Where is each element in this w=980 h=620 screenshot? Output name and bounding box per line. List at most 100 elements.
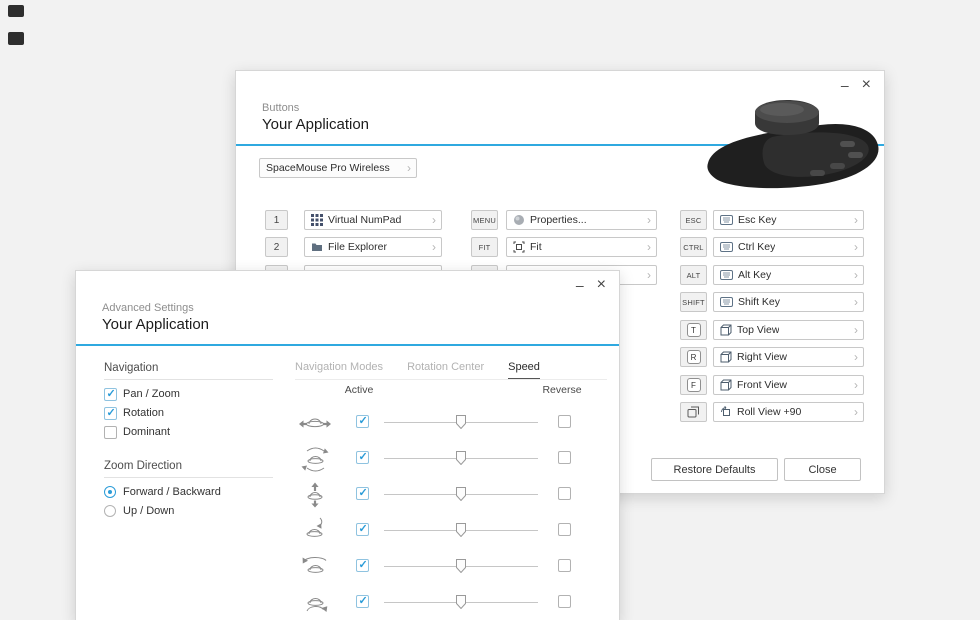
active-checkbox[interactable] bbox=[356, 559, 369, 572]
speed-slider[interactable] bbox=[384, 451, 538, 465]
chevron-right-icon: › bbox=[647, 214, 651, 226]
assignment-label: Front View bbox=[737, 379, 787, 391]
slider-thumb[interactable] bbox=[456, 487, 466, 501]
reverse-checkbox[interactable] bbox=[558, 559, 571, 572]
assignment-dropdown[interactable]: Virtual NumPad › bbox=[304, 210, 442, 230]
advanced-settings-window: – × Advanced Settings Your Application N… bbox=[75, 270, 620, 620]
corner-mark bbox=[8, 32, 24, 45]
roll-view-icon bbox=[720, 406, 732, 418]
dominant-label: Dominant bbox=[123, 426, 170, 438]
keycap-letter: R bbox=[687, 350, 701, 364]
pan-zoom-label: Pan / Zoom bbox=[123, 388, 180, 400]
chevron-right-icon: › bbox=[854, 296, 858, 308]
assignment-dropdown[interactable]: Right View › bbox=[713, 347, 864, 367]
key-badge: T bbox=[680, 320, 707, 340]
chevron-right-icon: › bbox=[647, 269, 651, 281]
chevron-right-icon: › bbox=[854, 379, 858, 391]
assignment-dropdown[interactable]: Alt Key › bbox=[713, 265, 864, 285]
forward-backward-radio[interactable] bbox=[104, 486, 116, 498]
key-badge: ESC bbox=[680, 210, 707, 230]
spin-icon bbox=[298, 552, 332, 580]
tab-speed[interactable]: Speed bbox=[508, 361, 540, 380]
slider-thumb[interactable] bbox=[456, 523, 466, 537]
slider-thumb[interactable] bbox=[456, 595, 466, 609]
active-checkbox[interactable] bbox=[356, 523, 369, 536]
pan-up-down-icon bbox=[298, 480, 332, 508]
assignment-label: Roll View +90 bbox=[737, 406, 801, 418]
assignment-dropdown[interactable]: Top View › bbox=[713, 320, 864, 340]
active-column-header: Active bbox=[341, 384, 377, 396]
speed-slider[interactable] bbox=[384, 523, 538, 537]
assignment-dropdown[interactable]: Shift Key › bbox=[713, 292, 864, 312]
close-icon[interactable]: × bbox=[597, 279, 606, 291]
window-title: Your Application bbox=[262, 116, 369, 133]
folder-icon bbox=[311, 241, 323, 253]
slider-thumb[interactable] bbox=[456, 415, 466, 429]
section-divider bbox=[104, 379, 273, 380]
assignment-label: Ctrl Key bbox=[738, 241, 775, 253]
assignment-dropdown[interactable]: Roll View +90 › bbox=[713, 402, 864, 422]
assignment-dropdown[interactable]: Ctrl Key › bbox=[713, 237, 864, 257]
assignment-label: File Explorer bbox=[328, 241, 387, 253]
chevron-right-icon: › bbox=[407, 162, 411, 174]
assignment-dropdown[interactable]: Front View › bbox=[713, 375, 864, 395]
chevron-right-icon: › bbox=[854, 324, 858, 336]
key-badge: 2 bbox=[265, 237, 288, 257]
tilt-icon bbox=[298, 444, 332, 472]
close-window-button[interactable]: Close bbox=[784, 458, 861, 481]
keycap-letter: T bbox=[687, 323, 701, 337]
reverse-checkbox[interactable] bbox=[558, 595, 571, 608]
assignment-dropdown[interactable]: Fit › bbox=[506, 237, 657, 257]
assignment-dropdown[interactable]: Esc Key › bbox=[713, 210, 864, 230]
up-down-radio[interactable] bbox=[104, 505, 116, 517]
key-badge: FIT bbox=[471, 237, 498, 257]
key-badge: ALT bbox=[680, 265, 707, 285]
properties-sphere-icon bbox=[513, 214, 525, 226]
assignment-dropdown[interactable]: File Explorer › bbox=[304, 237, 442, 257]
chevron-right-icon: › bbox=[647, 241, 651, 253]
zoom-direction-heading: Zoom Direction bbox=[104, 460, 182, 472]
key-badge: 1 bbox=[265, 210, 288, 230]
speed-slider[interactable] bbox=[384, 559, 538, 573]
assignment-dropdown[interactable]: Properties... › bbox=[506, 210, 657, 230]
keycap-letter: F bbox=[687, 378, 701, 392]
active-checkbox[interactable] bbox=[356, 595, 369, 608]
reverse-checkbox[interactable] bbox=[558, 415, 571, 428]
forward-backward-label: Forward / Backward bbox=[123, 486, 221, 498]
speed-slider[interactable] bbox=[384, 487, 538, 501]
chevron-right-icon: › bbox=[432, 241, 436, 253]
spacemouse-device-image bbox=[702, 85, 882, 195]
fit-frame-icon bbox=[513, 241, 525, 253]
pan-left-right-icon bbox=[298, 408, 332, 436]
minimize-icon[interactable]: – bbox=[576, 280, 584, 290]
settings-tabs: Navigation Modes Rotation Center Speed bbox=[295, 361, 540, 380]
speed-slider[interactable] bbox=[384, 595, 538, 609]
window-subtitle: Buttons bbox=[262, 102, 299, 114]
key-badge: SHIFT bbox=[680, 292, 707, 312]
key-badge: MENU bbox=[471, 210, 498, 230]
window-subtitle: Advanced Settings bbox=[102, 302, 194, 314]
zoom-icon bbox=[298, 516, 332, 544]
reverse-checkbox[interactable] bbox=[558, 523, 571, 536]
tab-rotation-center[interactable]: Rotation Center bbox=[407, 361, 484, 380]
speed-slider[interactable] bbox=[384, 415, 538, 429]
active-checkbox[interactable] bbox=[356, 487, 369, 500]
accent-divider bbox=[76, 344, 619, 346]
key-badge: CTRL bbox=[680, 237, 707, 257]
tab-navigation-modes[interactable]: Navigation Modes bbox=[295, 361, 383, 380]
reverse-checkbox[interactable] bbox=[558, 487, 571, 500]
active-checkbox[interactable] bbox=[356, 451, 369, 464]
corner-mark bbox=[8, 5, 24, 17]
window-title: Your Application bbox=[102, 316, 209, 333]
restore-defaults-button[interactable]: Restore Defaults bbox=[651, 458, 778, 481]
rotation-checkbox[interactable] bbox=[104, 407, 117, 420]
keyboard-icon bbox=[720, 242, 733, 252]
device-selector[interactable]: SpaceMouse Pro Wireless › bbox=[259, 158, 417, 178]
view-cube-icon bbox=[720, 379, 732, 391]
slider-thumb[interactable] bbox=[456, 559, 466, 573]
active-checkbox[interactable] bbox=[356, 415, 369, 428]
dominant-checkbox[interactable] bbox=[104, 426, 117, 439]
reverse-checkbox[interactable] bbox=[558, 451, 571, 464]
pan-zoom-checkbox[interactable] bbox=[104, 388, 117, 401]
slider-thumb[interactable] bbox=[456, 451, 466, 465]
